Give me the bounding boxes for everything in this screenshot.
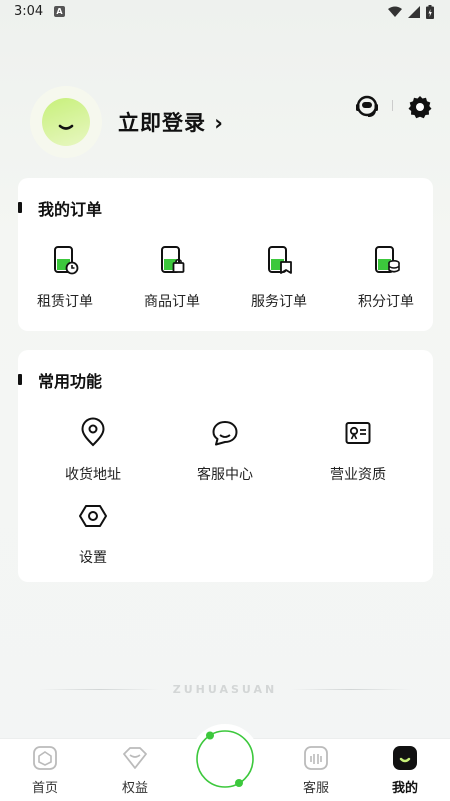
wifi-icon	[388, 6, 402, 17]
functions-card: 常用功能 收货地址 客服中心 营业资质 设置	[18, 350, 433, 582]
avatar[interactable]	[30, 86, 102, 158]
settings-icon	[79, 505, 107, 527]
title-bar-decoration	[18, 202, 22, 213]
watermark-line-left	[38, 689, 159, 690]
rental-order-icon	[54, 246, 79, 275]
signal-icon	[408, 6, 420, 18]
orbit-logo-icon	[196, 730, 254, 788]
gear-icon[interactable]	[407, 94, 433, 120]
chat-icon	[212, 421, 238, 446]
nav-home-label: 首页	[31, 781, 58, 796]
nav-profile-label: 我的	[391, 781, 418, 796]
nav-customer-service[interactable]: 客服	[286, 745, 346, 796]
license-label: 营业资质	[330, 467, 386, 483]
status-bar: 3:04 A	[0, 0, 450, 26]
profile-icon	[393, 746, 417, 770]
service-order-icon	[268, 246, 292, 274]
service-order-item[interactable]: 服务订单	[229, 244, 329, 311]
settings-item[interactable]: 设置	[43, 500, 143, 567]
customer-center-item[interactable]: 客服中心	[175, 417, 275, 484]
product-order-label: 商品订单	[144, 294, 200, 310]
login-link[interactable]: 立即登录 ›	[118, 107, 224, 137]
nav-benefits-label: 权益	[121, 781, 148, 796]
status-indicators	[388, 5, 434, 19]
license-item[interactable]: 营业资质	[308, 417, 408, 484]
center-action-button[interactable]	[190, 724, 260, 794]
nav-customer-service-label: 客服	[302, 781, 329, 796]
service-order-label: 服务订单	[251, 294, 307, 310]
orders-card: 我的订单 租赁订单 商品订单 服务订单 积分订单	[18, 178, 433, 331]
orders-title: 我的订单	[38, 200, 103, 219]
settings-label: 设置	[79, 550, 107, 566]
points-order-item[interactable]: 积分订单	[336, 244, 436, 311]
home-icon	[33, 746, 57, 770]
rental-order-label: 租赁订单	[37, 294, 93, 310]
avatar-face-icon	[42, 98, 90, 146]
product-order-icon	[161, 246, 185, 273]
benefits-icon	[123, 747, 147, 769]
watermark-line-right	[291, 689, 412, 690]
status-time: 3:04	[14, 4, 44, 19]
rental-order-item[interactable]: 租赁订单	[15, 244, 115, 311]
header-divider	[392, 100, 393, 111]
license-icon	[345, 422, 371, 444]
battery-icon	[426, 5, 434, 19]
location-icon	[81, 417, 105, 447]
product-order-item[interactable]: 商品订单	[122, 244, 222, 311]
customer-service-headset-icon[interactable]	[354, 93, 380, 119]
brand-watermark: ZUHUASUAN	[0, 683, 450, 696]
title-bar-decoration	[18, 374, 22, 385]
nav-benefits[interactable]: 权益	[105, 745, 165, 796]
nav-profile[interactable]: 我的	[375, 745, 435, 796]
points-order-label: 积分订单	[358, 294, 414, 310]
customer-service-icon	[304, 746, 328, 770]
notification-icon: A	[54, 6, 65, 17]
functions-title: 常用功能	[38, 372, 103, 391]
nav-home[interactable]: 首页	[15, 745, 75, 796]
points-order-icon	[375, 246, 400, 273]
address-item[interactable]: 收货地址	[43, 417, 143, 484]
watermark-text: ZUHUASUAN	[172, 683, 278, 696]
customer-center-label: 客服中心	[197, 467, 253, 483]
address-label: 收货地址	[65, 467, 121, 483]
